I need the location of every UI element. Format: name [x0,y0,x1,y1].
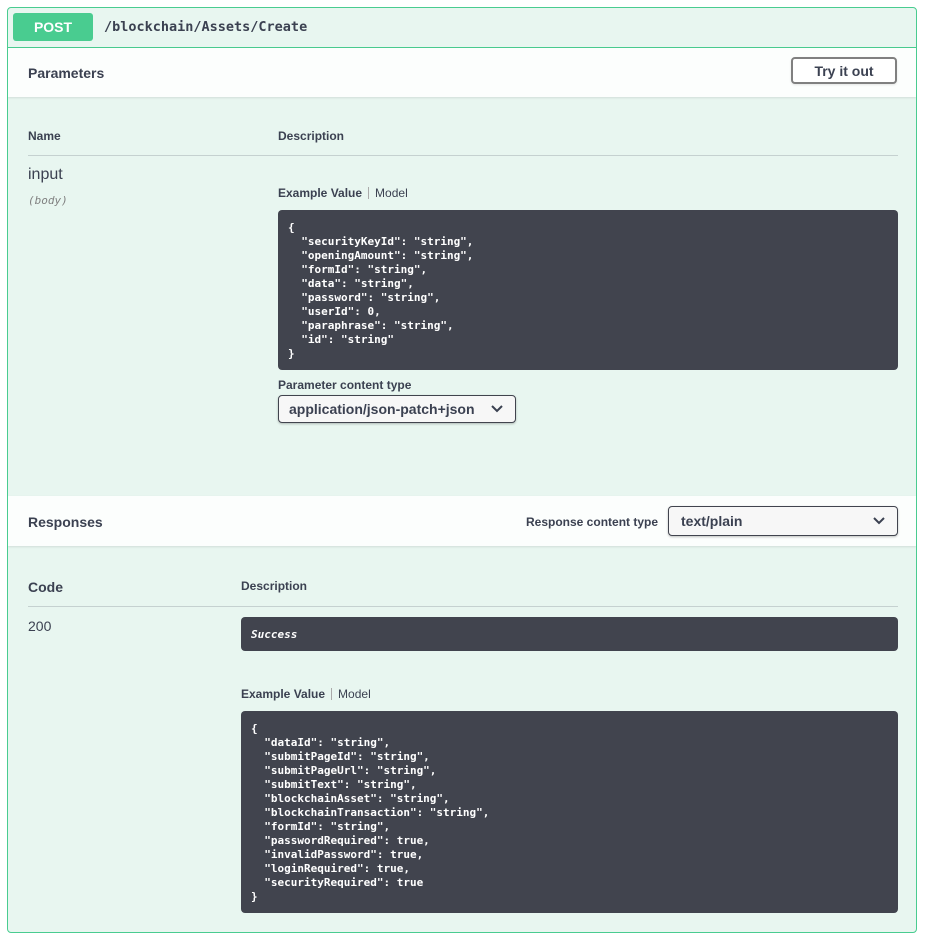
request-example-code: { "securityKeyId": "string", "openingAmo… [278,210,898,370]
example-model-tabs: Example Value Model [278,186,408,200]
method-badge: POST [13,13,93,41]
column-name: Name [28,129,61,143]
chevron-down-icon [873,517,885,525]
response-table-divider [28,606,898,607]
try-it-out-button[interactable]: Try it out [791,57,897,84]
response-content-type-value: text/plain [681,513,743,529]
parameter-content-type-label: Parameter content type [278,378,412,392]
responses-title: Responses [28,514,103,530]
param-name: input [28,166,63,183]
column-code: Code [28,579,63,595]
chevron-down-icon [491,405,503,413]
param-location: (body) [28,194,68,207]
parameters-header: Parameters Try it out [8,48,916,97]
operation-summary[interactable]: POST /blockchain/Assets/Create [8,8,916,48]
tab-example-value[interactable]: Example Value [278,186,362,200]
operation-block: POST /blockchain/Assets/Create Parameter… [7,7,917,933]
responses-header: Responses Response content type text/pla… [8,496,916,546]
response-content-type-label: Response content type [526,515,659,529]
response-content-type-select[interactable]: text/plain [668,506,898,536]
tab-separator [331,688,333,700]
endpoint-path: /blockchain/Assets/Create [104,19,308,35]
tab-example-value[interactable]: Example Value [241,687,325,701]
column-description: Description [278,129,345,143]
response-description: Success [241,617,898,651]
tab-separator [368,187,370,199]
response-example-code: { "dataId": "string", "submitPageId": "s… [241,711,898,913]
tab-model[interactable]: Model [375,186,408,200]
tab-model[interactable]: Model [338,687,371,701]
parameters-title: Parameters [28,65,105,81]
table-divider [28,155,898,156]
parameter-content-type-value: application/json-patch+json [289,401,475,417]
response-code: 200 [28,618,52,634]
parameter-content-type-select[interactable]: application/json-patch+json [278,395,516,423]
column-response-description: Description [241,579,308,593]
response-example-model-tabs: Example Value Model [241,687,371,701]
